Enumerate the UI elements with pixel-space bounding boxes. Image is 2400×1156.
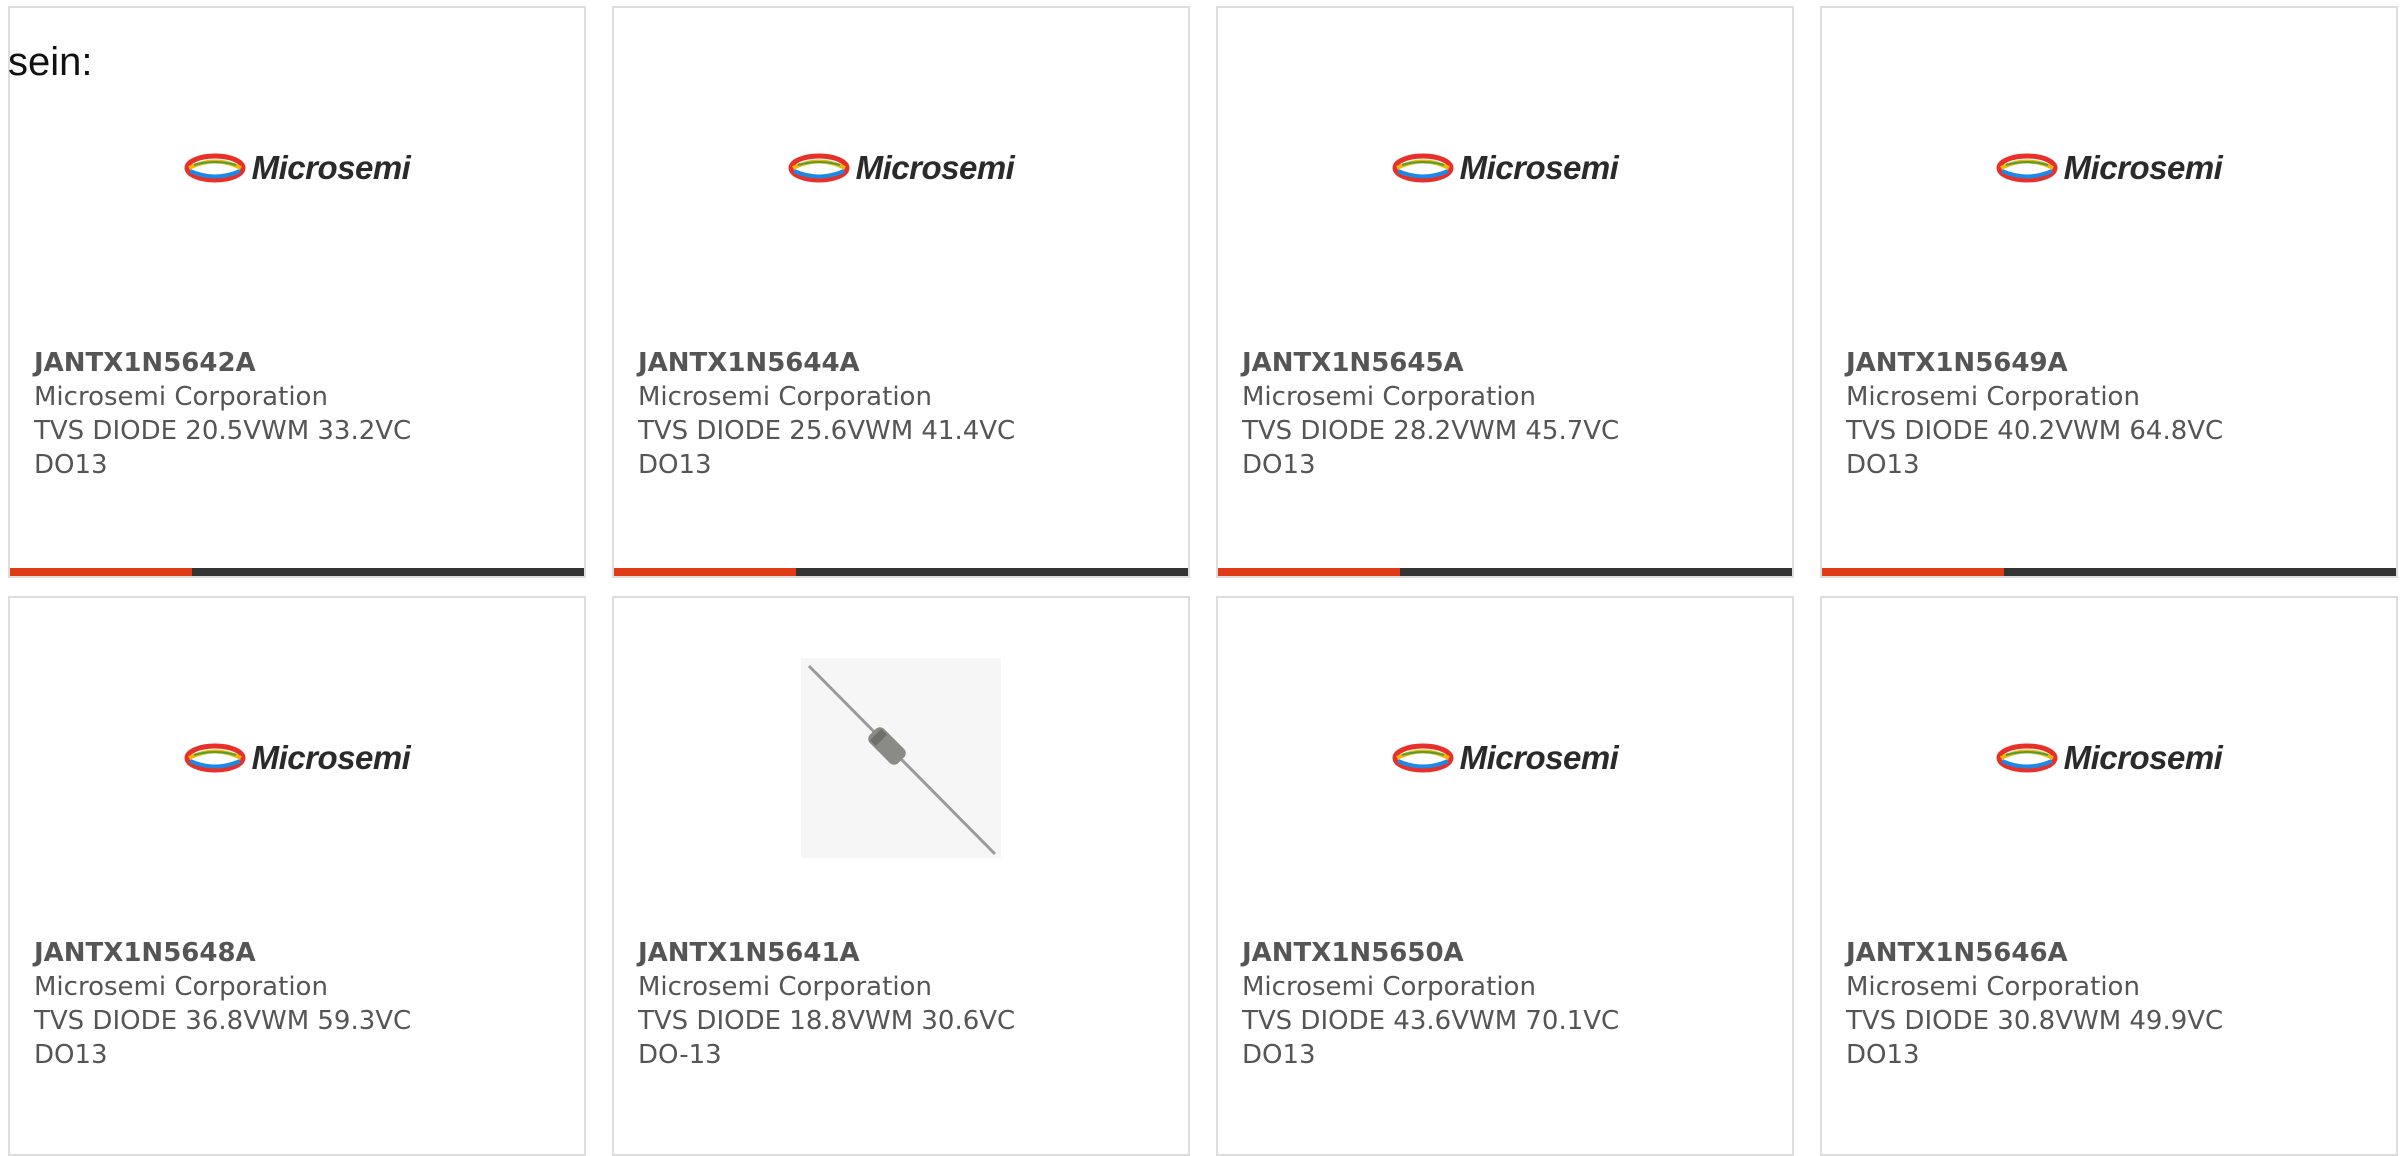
logo-text: Microsemi	[2063, 739, 2223, 776]
description: TVS DIODE 40.2VWM 64.8VC DO13	[1846, 416, 2224, 480]
part-number[interactable]: JANTX1N5645A	[1242, 346, 1672, 380]
manufacturer: Microsemi Corporation	[638, 382, 932, 412]
product-image	[614, 598, 1188, 918]
description: TVS DIODE 18.8VWM 30.6VC DO-13	[638, 1006, 1016, 1070]
description: TVS DIODE 36.8VWM 59.3VC DO13	[34, 1006, 412, 1070]
part-number[interactable]: JANTX1N5648A	[34, 936, 464, 970]
product-image: Microsemi	[1218, 8, 1792, 328]
logo-text: Microsemi	[251, 739, 411, 776]
description: TVS DIODE 20.5VWM 33.2VC DO13	[34, 416, 412, 480]
description: TVS DIODE 25.6VWM 41.4VC DO13	[638, 416, 1016, 480]
product-card[interactable]: Microsemi JANTX1N5648A Microsemi Corpora…	[8, 596, 586, 1156]
product-info: JANTX1N5641A Microsemi Corporation TVS D…	[638, 936, 1068, 1072]
microsemi-swirl-icon	[1392, 743, 1454, 773]
part-number[interactable]: JANTX1N5641A	[638, 936, 1068, 970]
manufacturer: Microsemi Corporation	[1242, 382, 1536, 412]
microsemi-swirl-icon	[788, 153, 850, 183]
product-image: Microsemi	[1822, 598, 2396, 918]
card-bar	[10, 568, 584, 576]
microsemi-swirl-icon	[1996, 153, 2058, 183]
intro-text: sein:	[8, 40, 93, 84]
logo-text: Microsemi	[1459, 149, 1619, 186]
product-image: Microsemi	[1822, 8, 2396, 328]
logo-text: Microsemi	[1459, 739, 1619, 776]
microsemi-logo: Microsemi	[1996, 149, 2223, 187]
microsemi-swirl-icon	[1392, 153, 1454, 183]
axial-diode-photo	[801, 658, 1001, 858]
product-image: Microsemi	[10, 598, 584, 918]
microsemi-logo: Microsemi	[184, 149, 411, 187]
product-card[interactable]: JANTX1N5641A Microsemi Corporation TVS D…	[612, 596, 1190, 1156]
manufacturer: Microsemi Corporation	[638, 972, 932, 1002]
product-card[interactable]: Microsemi JANTX1N5650A Microsemi Corpora…	[1216, 596, 1794, 1156]
product-card[interactable]: Microsemi JANTX1N5644A Microsemi Corpora…	[612, 6, 1190, 578]
card-bar	[614, 568, 1188, 576]
card-bar	[1822, 568, 2396, 576]
product-image: Microsemi	[10, 8, 584, 328]
card-bar-accent	[614, 568, 796, 576]
product-grid: Microsemi JANTX1N5642A Microsemi Corpora…	[8, 6, 2400, 1156]
manufacturer: Microsemi Corporation	[1846, 382, 2140, 412]
manufacturer: Microsemi Corporation	[1242, 972, 1536, 1002]
product-card[interactable]: Microsemi JANTX1N5649A Microsemi Corpora…	[1820, 6, 2398, 578]
card-bar	[1218, 568, 1792, 576]
logo-text: Microsemi	[251, 149, 411, 186]
part-number[interactable]: JANTX1N5644A	[638, 346, 1068, 380]
part-number[interactable]: JANTX1N5649A	[1846, 346, 2276, 380]
microsemi-logo: Microsemi	[788, 149, 1015, 187]
product-info: JANTX1N5645A Microsemi Corporation TVS D…	[1242, 346, 1672, 482]
card-bar-accent	[1822, 568, 2004, 576]
microsemi-swirl-icon	[1996, 743, 2058, 773]
logo-text: Microsemi	[855, 149, 1015, 186]
product-card[interactable]: Microsemi JANTX1N5646A Microsemi Corpora…	[1820, 596, 2398, 1156]
description: TVS DIODE 28.2VWM 45.7VC DO13	[1242, 416, 1620, 480]
product-info: JANTX1N5648A Microsemi Corporation TVS D…	[34, 936, 464, 1072]
logo-text: Microsemi	[2063, 149, 2223, 186]
part-number[interactable]: JANTX1N5646A	[1846, 936, 2276, 970]
microsemi-swirl-icon	[184, 153, 246, 183]
part-number[interactable]: JANTX1N5650A	[1242, 936, 1672, 970]
product-info: JANTX1N5650A Microsemi Corporation TVS D…	[1242, 936, 1672, 1072]
product-card[interactable]: Microsemi JANTX1N5642A Microsemi Corpora…	[8, 6, 586, 578]
card-bar-accent	[1218, 568, 1400, 576]
microsemi-logo: Microsemi	[1392, 149, 1619, 187]
card-bar-accent	[10, 568, 192, 576]
manufacturer: Microsemi Corporation	[34, 972, 328, 1002]
part-number[interactable]: JANTX1N5642A	[34, 346, 464, 380]
manufacturer: Microsemi Corporation	[34, 382, 328, 412]
description: TVS DIODE 43.6VWM 70.1VC DO13	[1242, 1006, 1620, 1070]
product-info: JANTX1N5649A Microsemi Corporation TVS D…	[1846, 346, 2276, 482]
description: TVS DIODE 30.8VWM 49.9VC DO13	[1846, 1006, 2224, 1070]
microsemi-logo: Microsemi	[184, 739, 411, 777]
product-info: JANTX1N5644A Microsemi Corporation TVS D…	[638, 346, 1068, 482]
microsemi-logo: Microsemi	[1996, 739, 2223, 777]
microsemi-swirl-icon	[184, 743, 246, 773]
product-image: Microsemi	[614, 8, 1188, 328]
microsemi-logo: Microsemi	[1392, 739, 1619, 777]
manufacturer: Microsemi Corporation	[1846, 972, 2140, 1002]
product-image: Microsemi	[1218, 598, 1792, 918]
product-card[interactable]: Microsemi JANTX1N5645A Microsemi Corpora…	[1216, 6, 1794, 578]
product-info: JANTX1N5642A Microsemi Corporation TVS D…	[34, 346, 464, 482]
product-info: JANTX1N5646A Microsemi Corporation TVS D…	[1846, 936, 2276, 1072]
